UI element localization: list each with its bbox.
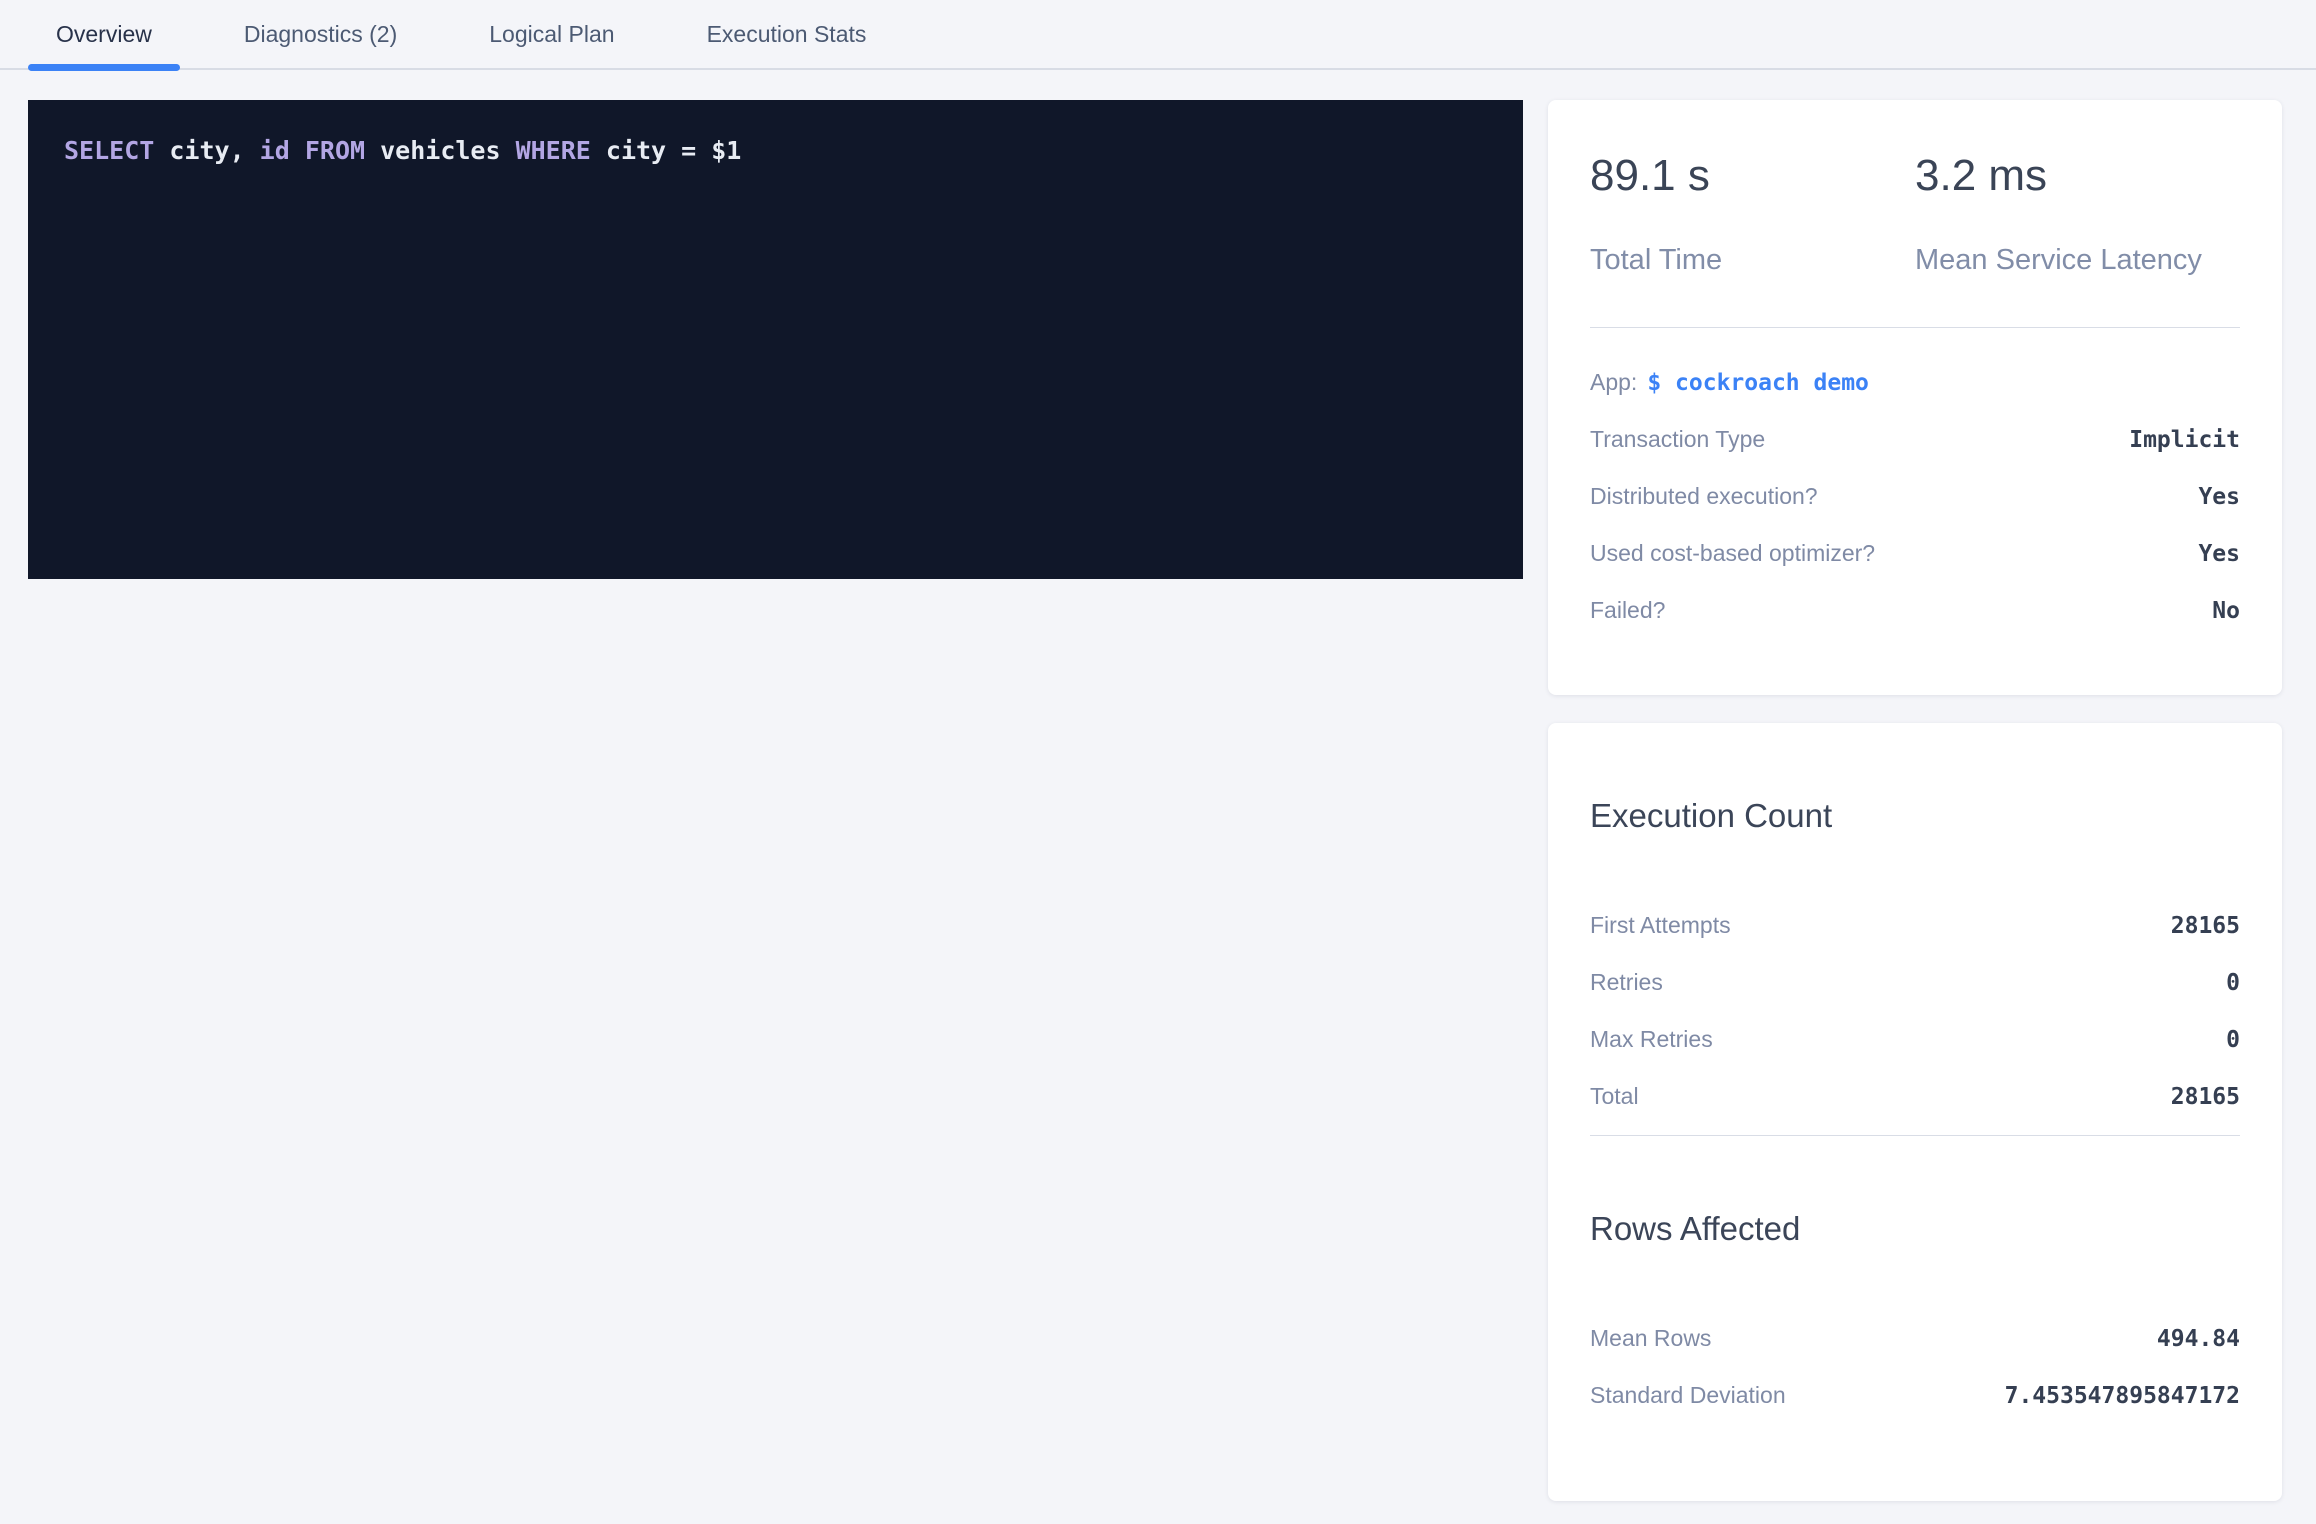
total-label: Total <box>1590 1083 1639 1110</box>
total-time-value: 89.1 s <box>1590 152 1915 200</box>
tab-bar: Overview Diagnostics (2) Logical Plan Ex… <box>0 0 2316 70</box>
app-link[interactable]: $ cockroach demo <box>1647 370 1869 396</box>
tab-execution-stats[interactable]: Execution Stats <box>679 0 895 69</box>
retries-label: Retries <box>1590 969 1663 996</box>
first-attempts-row: First Attempts 28165 <box>1590 897 2240 954</box>
standard-deviation-value: 7.453547895847172 <box>2005 1383 2240 1409</box>
divider <box>1590 327 2240 328</box>
max-retries-label: Max Retries <box>1590 1026 1713 1053</box>
mean-rows-label: Mean Rows <box>1590 1325 1711 1352</box>
distributed-execution-label: Distributed execution? <box>1590 483 1818 510</box>
tab-logical-plan-label: Logical Plan <box>489 21 614 48</box>
retries-row: Retries 0 <box>1590 954 2240 1011</box>
max-retries-value: 0 <box>2226 1027 2240 1053</box>
sql-statement: SELECT city, id FROM vehicles WHERE city… <box>64 134 1487 168</box>
mean-rows-row: Mean Rows 494.84 <box>1590 1310 2240 1367</box>
statement-summary-card: 89.1 s Total Time 3.2 ms Mean Service La… <box>1548 100 2282 695</box>
tab-diagnostics-label: Diagnostics (2) <box>244 21 397 48</box>
sql-statement-box: SELECT city, id FROM vehicles WHERE city… <box>28 100 1523 579</box>
sql-token-plain <box>290 136 305 165</box>
execution-count-rows: First Attempts 28165 Retries 0 Max Retri… <box>1590 897 2240 1125</box>
tab-logical-plan[interactable]: Logical Plan <box>461 0 642 69</box>
failed-value: No <box>2212 598 2240 624</box>
tab-execution-stats-label: Execution Stats <box>707 21 867 48</box>
failed-label: Failed? <box>1590 597 1665 624</box>
rows-affected-rows: Mean Rows 494.84 Standard Deviation 7.45… <box>1590 1310 2240 1424</box>
failed-row: Failed? No <box>1590 582 2240 639</box>
sql-token-keyword: SELECT <box>64 136 154 165</box>
tab-overview[interactable]: Overview <box>28 0 180 69</box>
sql-token-keyword: WHERE <box>516 136 591 165</box>
sql-token-plain: vehicles <box>365 136 516 165</box>
distributed-execution-row: Distributed execution? Yes <box>1590 468 2240 525</box>
tab-diagnostics[interactable]: Diagnostics (2) <box>216 0 425 69</box>
sql-token-keyword: FROM <box>305 136 365 165</box>
divider <box>1590 1135 2240 1136</box>
mean-service-latency-value: 3.2 ms <box>1915 152 2240 200</box>
first-attempts-value: 28165 <box>2171 913 2240 939</box>
cost-based-optimizer-value: Yes <box>2198 541 2240 567</box>
standard-deviation-row: Standard Deviation 7.453547895847172 <box>1590 1367 2240 1424</box>
transaction-type-label: Transaction Type <box>1590 426 1765 453</box>
cost-based-optimizer-row: Used cost-based optimizer? Yes <box>1590 525 2240 582</box>
cost-based-optimizer-label: Used cost-based optimizer? <box>1590 540 1875 567</box>
app-row-label: App:$ cockroach demo <box>1590 369 1869 396</box>
transaction-type-row: Transaction Type Implicit <box>1590 411 2240 468</box>
execution-count-card: Execution Count First Attempts 28165 Ret… <box>1548 723 2282 1501</box>
total-time-stat: 89.1 s Total Time <box>1590 152 1915 277</box>
sql-token-plain: city = $1 <box>591 136 742 165</box>
total-value: 28165 <box>2171 1084 2240 1110</box>
mean-service-latency-label: Mean Service Latency <box>1915 244 2240 277</box>
max-retries-row: Max Retries 0 <box>1590 1011 2240 1068</box>
execution-count-title: Execution Count <box>1590 797 2240 835</box>
stat-columns: 89.1 s Total Time 3.2 ms Mean Service La… <box>1590 100 2240 277</box>
first-attempts-label: First Attempts <box>1590 912 1731 939</box>
distributed-execution-value: Yes <box>2198 484 2240 510</box>
app-row: App:$ cockroach demo <box>1590 354 2240 411</box>
rows-affected-title: Rows Affected <box>1590 1210 2240 1248</box>
standard-deviation-label: Standard Deviation <box>1590 1382 1786 1409</box>
total-time-label: Total Time <box>1590 244 1915 277</box>
sql-token-plain: city, <box>154 136 259 165</box>
sql-token-keyword: id <box>260 136 290 165</box>
total-row: Total 28165 <box>1590 1068 2240 1125</box>
transaction-type-value: Implicit <box>2129 427 2240 453</box>
mean-service-latency-stat: 3.2 ms Mean Service Latency <box>1915 152 2240 277</box>
summary-rows: App:$ cockroach demo Transaction Type Im… <box>1590 354 2240 639</box>
mean-rows-value: 494.84 <box>2157 1326 2240 1352</box>
active-tab-indicator <box>28 64 180 71</box>
tab-overview-label: Overview <box>56 21 152 48</box>
retries-value: 0 <box>2226 970 2240 996</box>
